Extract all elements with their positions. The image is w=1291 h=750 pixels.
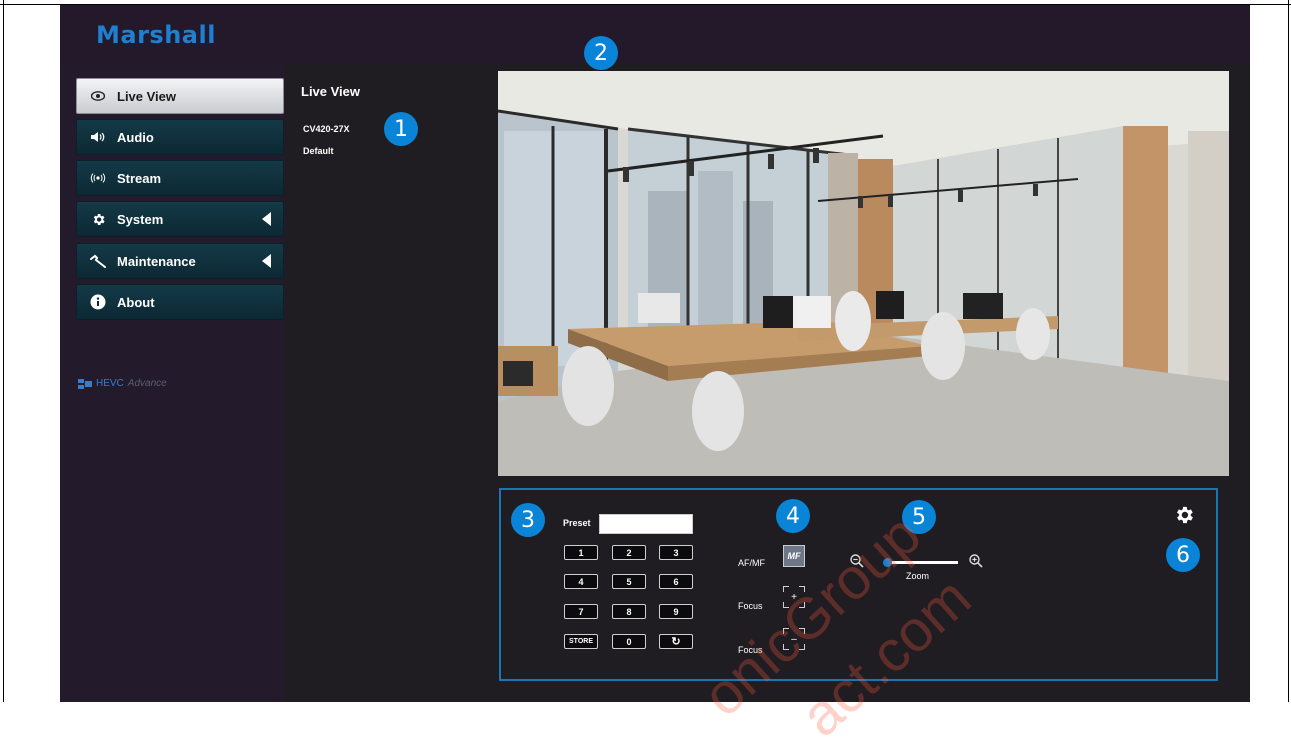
sidebar-item-label: About — [117, 294, 155, 310]
callout-badge-2: 2 — [584, 36, 618, 70]
preset-key-8[interactable]: 8 — [612, 604, 646, 619]
preset-label: Preset — [563, 518, 591, 528]
plus-icon: + — [791, 591, 797, 603]
preset-key-5[interactable]: 5 — [612, 574, 646, 589]
sidebar-item-about[interactable]: About — [76, 284, 284, 320]
camera-profile: Default — [303, 146, 334, 156]
hevc-sub-label: Advance — [127, 378, 167, 389]
preset-reset-button[interactable]: ↻ — [659, 634, 693, 649]
sidebar-item-audio[interactable]: Audio — [76, 119, 284, 155]
zoom-slider-thumb[interactable] — [883, 558, 892, 567]
expand-arrow-icon — [262, 254, 271, 268]
expand-arrow-icon — [262, 212, 271, 226]
info-icon — [87, 294, 109, 310]
callout-badge-3: 3 — [511, 503, 545, 537]
preset-input[interactable] — [599, 514, 693, 534]
preset-key-4[interactable]: 4 — [564, 574, 598, 589]
hevc-advance-logo: HEVC Advance — [78, 378, 167, 389]
preset-key-1[interactable]: 1 — [564, 545, 598, 560]
frame-border-right — [1288, 0, 1289, 702]
wrench-icon — [87, 254, 109, 268]
zoom-out-icon[interactable] — [850, 554, 864, 571]
af-mf-toggle-button[interactable]: MF — [783, 545, 805, 567]
sidebar-item-label: Maintenance — [117, 253, 196, 269]
preset-key-6[interactable]: 6 — [659, 574, 693, 589]
preset-key-0[interactable]: 0 — [612, 634, 646, 649]
sidebar-item-label: Stream — [117, 170, 162, 186]
settings-gear-icon[interactable] — [1173, 504, 1195, 526]
gear-icon — [87, 212, 109, 227]
sidebar-item-live-view[interactable]: Live View — [76, 78, 284, 114]
zoom-in-icon[interactable] — [969, 554, 983, 571]
preset-key-2[interactable]: 2 — [612, 545, 646, 560]
sidebar-item-label: Live View — [117, 88, 177, 104]
callout-badge-1: 1 — [384, 112, 418, 146]
live-video-view[interactable] — [498, 71, 1229, 476]
callout-badge-5: 5 — [902, 500, 936, 534]
zoom-label: Zoom — [906, 571, 930, 581]
sidebar-item-stream[interactable]: Stream — [76, 160, 284, 196]
afmf-label: AF/MF — [738, 558, 765, 568]
sidebar-item-label: System — [117, 211, 164, 227]
focus-far-button[interactable]: – — [783, 628, 805, 650]
marshall-logo: Marshall — [96, 21, 216, 49]
sidebar-item-maintenance[interactable]: Maintenance — [76, 243, 284, 279]
callout-badge-4: 4 — [776, 499, 810, 533]
page-title: Live View — [301, 84, 361, 99]
office-camera-image — [498, 71, 1229, 476]
preset-store-button[interactable]: STORE — [564, 634, 598, 649]
focus-far-label: Focus — [738, 645, 763, 655]
eye-icon — [87, 91, 109, 101]
preset-key-3[interactable]: 3 — [659, 545, 693, 560]
camera-model: CV420-27X — [303, 124, 350, 134]
hevc-logo-icon — [78, 378, 92, 389]
sidebar-item-label: Audio — [117, 129, 154, 145]
minus-icon: – — [791, 633, 797, 645]
broadcast-icon — [87, 173, 109, 183]
top-bar: Marshall — [60, 5, 1250, 63]
frame-border-left — [3, 0, 4, 702]
focus-near-label: Focus — [738, 601, 763, 611]
speaker-icon — [87, 131, 109, 143]
preset-key-9[interactable]: 9 — [659, 604, 693, 619]
zoom-slider-track[interactable] — [888, 561, 958, 564]
preset-key-7[interactable]: 7 — [564, 604, 598, 619]
hevc-label: HEVC — [96, 378, 124, 389]
sidebar-item-system[interactable]: System — [76, 201, 284, 237]
callout-badge-6: 6 — [1166, 538, 1200, 572]
focus-near-button[interactable]: + — [783, 586, 805, 608]
